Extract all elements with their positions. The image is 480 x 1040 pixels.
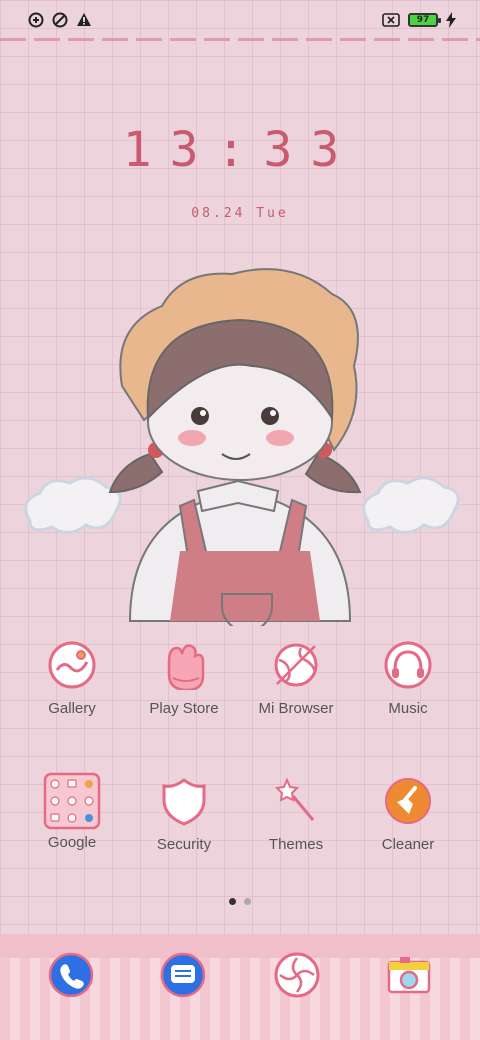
headphones-icon bbox=[384, 641, 432, 689]
nfc-blocked-icon bbox=[28, 12, 44, 28]
globe-icon bbox=[274, 643, 318, 687]
app-label-cleaner: Cleaner bbox=[381, 836, 435, 853]
app-label-gallery: Gallery bbox=[48, 700, 96, 717]
date-label[interactable]: 08.24 Tue bbox=[0, 206, 480, 221]
cloud-left bbox=[24, 476, 122, 534]
warning-icon bbox=[77, 13, 91, 26]
messages-icon[interactable] bbox=[160, 952, 206, 998]
charging-bolt-icon bbox=[446, 12, 456, 28]
gallery-icon bbox=[48, 641, 96, 689]
app-security[interactable]: Security bbox=[128, 776, 240, 853]
broom-icon bbox=[385, 778, 431, 824]
page-dot-2[interactable] bbox=[244, 898, 251, 905]
app-label-mi-browser: Mi Browser bbox=[258, 700, 334, 717]
folder-icon bbox=[43, 772, 101, 830]
app-label-play-store: Play Store bbox=[149, 700, 219, 717]
page-indicator bbox=[0, 898, 480, 905]
app-mi-browser[interactable]: Mi Browser bbox=[240, 640, 352, 717]
app-music[interactable]: Music bbox=[352, 640, 464, 717]
app-cleaner[interactable]: Cleaner bbox=[352, 776, 464, 853]
app-themes[interactable]: Themes bbox=[240, 776, 352, 853]
camera-shutter-icon[interactable] bbox=[274, 952, 320, 998]
decorative-dash-line bbox=[0, 38, 480, 41]
shield-icon bbox=[162, 778, 206, 826]
clock-widget[interactable]: 13:33 bbox=[0, 122, 480, 178]
app-google-folder[interactable]: Google bbox=[16, 772, 128, 851]
no-sim-icon bbox=[382, 13, 400, 27]
cloud-right bbox=[362, 476, 460, 534]
app-gallery[interactable]: Gallery bbox=[16, 640, 128, 717]
phone-icon[interactable] bbox=[48, 952, 94, 998]
dock bbox=[0, 934, 480, 1040]
magic-wand-icon bbox=[274, 777, 315, 821]
data-saver-icon bbox=[52, 12, 68, 28]
page-dot-1[interactable] bbox=[229, 898, 236, 905]
app-label-themes: Themes bbox=[268, 836, 324, 853]
status-bar: 97 bbox=[0, 0, 480, 40]
battery-indicator: 97 bbox=[408, 13, 441, 27]
app-label-music: Music bbox=[388, 700, 428, 717]
glove-icon bbox=[167, 644, 205, 690]
app-label-security: Security bbox=[156, 836, 212, 853]
app-label-google: Google bbox=[47, 834, 97, 851]
app-play-store[interactable]: Play Store bbox=[128, 640, 240, 717]
camera-icon[interactable] bbox=[386, 952, 432, 998]
wallpaper-girl-illustration bbox=[24, 268, 460, 626]
